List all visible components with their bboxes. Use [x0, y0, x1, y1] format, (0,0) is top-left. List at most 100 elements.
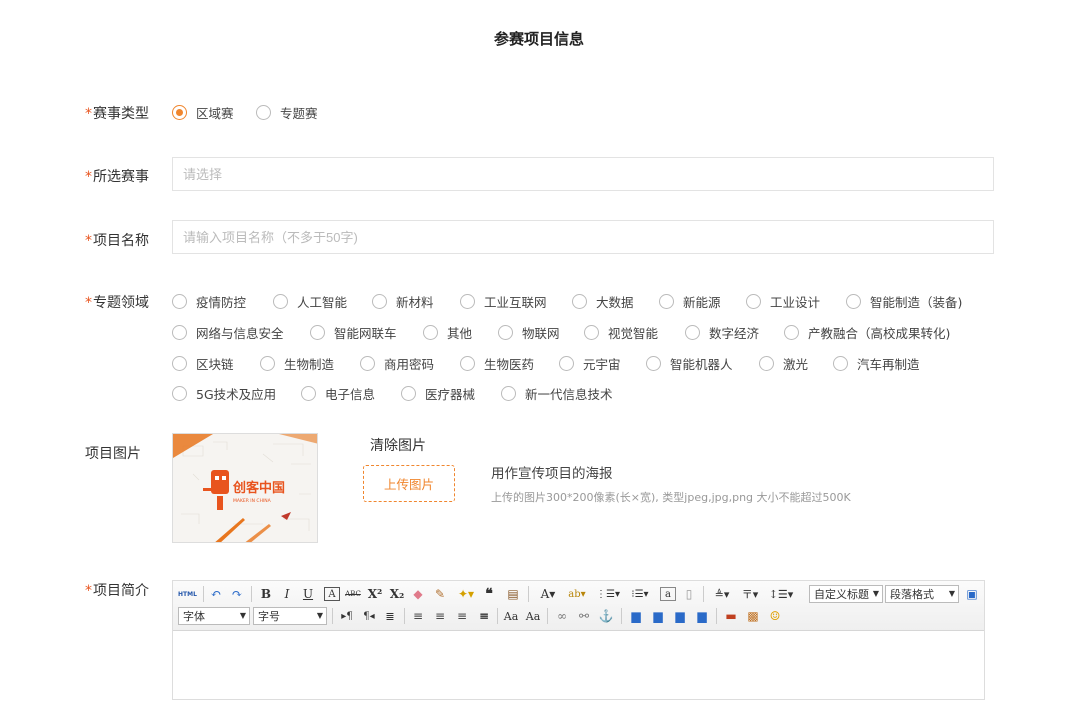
radio-domain-option[interactable]: 其他 [423, 323, 472, 342]
unordered-list-icon[interactable]: ⁝☰▾ [629, 585, 651, 603]
custom-title-select[interactable]: 自定义标题 ▼ [809, 585, 883, 603]
radio-domain-option[interactable]: 商用密码 [360, 354, 434, 373]
auto-format-icon[interactable]: ✦▾ [455, 585, 477, 603]
multi-image-icon[interactable]: ▩ [746, 607, 760, 625]
italic-icon[interactable]: I [281, 585, 293, 603]
radio-dot [172, 105, 187, 120]
radio-domain-option[interactable]: 激光 [759, 354, 808, 373]
event-select-input[interactable] [172, 157, 994, 191]
link-icon[interactable]: ∞ [555, 607, 569, 625]
radio-dot [659, 294, 674, 309]
upload-image-button[interactable]: 上传图片 [363, 465, 455, 502]
radio-domain-option[interactable]: 智能机器人 [646, 354, 733, 373]
subscript-icon[interactable]: X₂ [389, 585, 405, 603]
row-spacing-bottom-icon[interactable]: 〒▾ [739, 585, 761, 603]
radio-domain-option[interactable]: 产教融合（高校成果转化) [784, 323, 950, 342]
redo-icon[interactable]: ↷ [230, 585, 244, 603]
align-justify-icon[interactable]: ≡ [477, 607, 491, 625]
radio-domain-label: 智能制造（装备) [870, 295, 963, 310]
format-brush-icon[interactable]: ✎ [433, 585, 447, 603]
rtl-icon[interactable]: ¶◂ [361, 607, 377, 625]
anchor-icon[interactable]: ⚓ [599, 607, 614, 625]
radio-domain-label: 商用密码 [384, 357, 435, 372]
radio-dot [273, 294, 288, 309]
radio-domain-label: 物联网 [522, 326, 560, 341]
radio-domain-option[interactable]: 元宇宙 [559, 354, 621, 373]
underline-icon[interactable]: U [302, 585, 314, 603]
lowercase-icon[interactable]: Aa [526, 607, 541, 625]
font-size-select[interactable]: 字号 ▼ [253, 607, 327, 625]
radio-domain-option[interactable]: 视觉智能 [584, 323, 658, 342]
radio-dot [833, 356, 848, 371]
radio-domain-label: 医疗器械 [425, 387, 476, 402]
project-name-label: *项目名称 [85, 233, 149, 249]
radio-domain-option[interactable]: 数字经济 [685, 323, 759, 342]
radio-domain-option[interactable]: 智能制造（装备) [846, 292, 962, 311]
font-color-icon[interactable]: A▾ [537, 585, 559, 603]
radio-domain-option[interactable]: 医疗器械 [401, 384, 475, 403]
paste-text-icon[interactable]: ▤ [506, 585, 520, 603]
radio-domain-option[interactable]: 区块链 [172, 354, 234, 373]
undo-icon[interactable]: ↶ [209, 585, 223, 603]
insert-image-icon[interactable]: ▬ [724, 607, 738, 625]
editor-content-area[interactable] [173, 631, 984, 701]
image-float-none-icon[interactable]: ▆ [629, 607, 643, 625]
clear-doc-icon[interactable]: ▯ [682, 585, 696, 603]
font-family-select[interactable]: 字体 ▼ [178, 607, 250, 625]
ordered-list-icon[interactable]: ⋮☰▾ [596, 585, 620, 603]
radio-domain-label: 智能网联车 [334, 326, 397, 341]
radio-domain-option[interactable]: 物联网 [498, 323, 560, 342]
radio-dot [846, 294, 861, 309]
indent-icon[interactable]: ≣ [383, 607, 397, 625]
highlight-icon[interactable]: ab▾ [566, 585, 588, 603]
radio-domain-label: 其他 [447, 326, 473, 341]
border-icon[interactable]: A [324, 587, 340, 601]
paragraph-format-select[interactable]: 段落格式 ▼ [885, 585, 959, 603]
radio-domain-option[interactable]: 工业设计 [746, 292, 820, 311]
superscript-icon[interactable]: X² [367, 585, 383, 603]
blockquote-icon[interactable]: ❝ [482, 585, 496, 603]
row-spacing-top-icon[interactable]: ≜▾ [711, 585, 733, 603]
align-center-icon[interactable]: ≡ [433, 607, 447, 625]
radio-domain-label: 视觉智能 [608, 326, 659, 341]
select-all-icon[interactable]: a [660, 587, 676, 601]
radio-domain-option[interactable]: 疫情防控 [172, 292, 246, 311]
radio-domain-option[interactable]: 新一代信息技术 [501, 384, 613, 403]
project-name-input[interactable] [172, 220, 994, 254]
radio-domain-option[interactable]: 新材料 [372, 292, 434, 311]
poster-image: 创客中国 MAKER IN CHINA [173, 434, 317, 542]
radio-domain-option[interactable]: 大数据 [572, 292, 634, 311]
radio-domain-option[interactable]: 人工智能 [273, 292, 347, 311]
radio-dot [372, 294, 387, 309]
align-right-icon[interactable]: ≡ [455, 607, 469, 625]
rich-text-editor[interactable]: HTML ↶ ↷ B I U A ABC X² X₂ ◆ ✎ ✦▾ ❝ ▤ A▾… [172, 580, 985, 700]
clear-image-link[interactable]: 清除图片 [370, 435, 426, 455]
radio-domain-option[interactable]: 生物医药 [460, 354, 534, 373]
radio-event-type-topic[interactable]: 专题赛 [256, 103, 318, 122]
image-center-icon[interactable]: ▆ [695, 607, 709, 625]
ltr-icon[interactable]: ▸¶ [339, 607, 355, 625]
radio-domain-option[interactable]: 电子信息 [301, 384, 375, 403]
html-source-button[interactable]: HTML [178, 585, 197, 603]
unlink-icon[interactable]: ⚯ [577, 607, 591, 625]
uppercase-icon[interactable]: Aa [504, 607, 519, 625]
radio-domain-option[interactable]: 5G技术及应用 [172, 384, 276, 403]
eraser-icon[interactable]: ◆ [411, 585, 425, 603]
strikethrough-icon[interactable]: ABC [345, 585, 361, 603]
radio-dot [501, 386, 516, 401]
radio-domain-option[interactable]: 汽车再制造 [833, 354, 920, 373]
radio-domain-option[interactable]: 网络与信息安全 [172, 323, 284, 342]
radio-domain-option[interactable]: 新能源 [659, 292, 721, 311]
radio-event-type-regional[interactable]: 区域赛 [172, 103, 234, 122]
radio-domain-option[interactable]: 智能网联车 [310, 323, 397, 342]
bold-icon[interactable]: B [260, 585, 272, 603]
image-float-right-icon[interactable]: ▆ [673, 607, 687, 625]
align-left-icon[interactable]: ≡ [411, 607, 425, 625]
line-height-icon[interactable]: ↕☰▾ [769, 585, 794, 603]
image-float-left-icon[interactable]: ▆ [651, 607, 665, 625]
fullscreen-icon[interactable]: ▣ [965, 585, 979, 603]
radio-domain-option[interactable]: 生物制造 [260, 354, 334, 373]
radio-domain-label: 区块链 [196, 357, 234, 372]
emotion-icon[interactable]: ☺ [768, 607, 782, 625]
radio-domain-option[interactable]: 工业互联网 [460, 292, 547, 311]
